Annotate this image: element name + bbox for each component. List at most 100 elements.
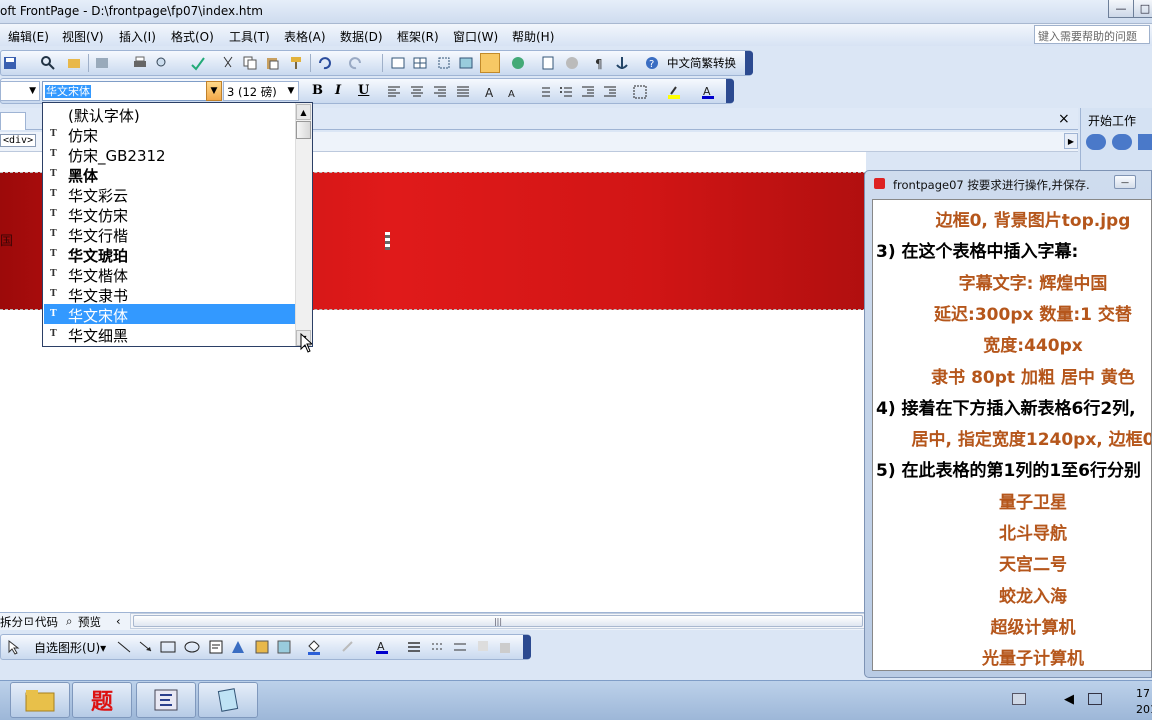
font-list-item[interactable]: T 华文仿宋 [44,204,295,225]
exam-app-button[interactable]: 题 [72,682,132,718]
arrow-style-icon[interactable] [452,639,468,655]
font-list-item[interactable]: T 华文宋体 [44,304,295,325]
menu-edit[interactable]: 编辑(E) [8,28,49,45]
font-list-item[interactable]: T 仿宋 [44,124,295,145]
search-icon[interactable] [40,55,56,71]
3d-icon[interactable] [498,639,514,655]
tab-preview[interactable]: 预览 [78,614,101,630]
format-painter-icon[interactable] [288,55,304,71]
menu-table[interactable]: 表格(A) [284,28,326,45]
undo-icon[interactable] [316,55,332,71]
align-center-icon[interactable] [409,84,425,100]
maximize-button[interactable]: □ [1133,0,1152,18]
quick-tag-div[interactable]: <div> [0,134,37,147]
increase-font-icon[interactable]: A [484,84,500,100]
tab-split[interactable]: 拆分 [0,614,23,630]
font-name-input[interactable]: 华文宋体 [42,81,208,101]
code-icon[interactable]: ⊡ [24,614,34,628]
textbox-icon[interactable] [208,639,224,655]
line-style-icon[interactable] [406,639,422,655]
stop-icon[interactable] [564,55,580,71]
italic-button[interactable]: I [335,83,341,98]
arrow-icon[interactable] [138,639,154,655]
select-pointer-icon[interactable] [6,639,22,655]
bulleted-list-icon[interactable] [558,84,574,100]
line-icon[interactable] [116,639,132,655]
font-list-item[interactable]: T 华文细黑 [44,324,295,345]
hyperlink-icon[interactable] [510,55,526,71]
menu-window[interactable]: 窗口(W) [453,28,498,45]
anchor-icon[interactable] [614,55,630,71]
picture-icon[interactable] [276,639,292,655]
tab-index-htm[interactable] [0,112,26,130]
network-icon[interactable] [1088,693,1102,705]
chinese-conversion-button[interactable]: 中文简繁转换 [667,55,736,71]
justify-icon[interactable] [455,84,471,100]
align-right-icon[interactable] [432,84,448,100]
font-list-scrollbar[interactable] [295,103,312,346]
wordart-icon[interactable] [230,639,246,655]
volume-icon[interactable]: ◀ [1064,692,1074,707]
insert-table-icon[interactable] [412,55,428,71]
toolbar-grip[interactable] [726,79,734,103]
menu-format[interactable]: 格式(O) [171,28,214,45]
highlight-icon[interactable] [666,84,682,100]
font-color-icon[interactable]: A [700,84,716,100]
preview-icon[interactable] [154,55,170,71]
oval-icon[interactable] [184,639,200,655]
copy-icon[interactable] [242,55,258,71]
bold-button[interactable]: B [312,83,323,98]
menu-frames[interactable]: 框架(R) [397,28,439,45]
menu-insert[interactable]: 插入(I) [119,28,156,45]
instruction-minimize-button[interactable]: — [1114,175,1136,189]
font-dropdown-arrow[interactable]: ▼ [206,81,222,101]
clipart-icon[interactable] [254,639,270,655]
help-search-input[interactable]: 键入需要帮助的问题 [1034,25,1150,44]
menu-view[interactable]: 视图(V) [62,28,104,45]
keyboard-icon[interactable] [1012,693,1026,705]
font-list-item[interactable]: T 仿宋_GB2312 [44,144,295,165]
frontpage-button[interactable] [136,682,196,718]
menu-help[interactable]: 帮助(H) [512,28,554,45]
web-component-icon[interactable] [390,55,406,71]
insert-picture-icon[interactable] [458,55,474,71]
font-list-item[interactable]: T 华文隶书 [44,284,295,305]
refresh-icon[interactable] [540,55,556,71]
home-icon[interactable] [1138,134,1152,150]
menu-tools[interactable]: 工具(T) [229,28,270,45]
preview-search-icon[interactable]: ⌕ [66,614,72,629]
forward-icon[interactable] [1112,134,1132,150]
print-icon[interactable] [132,55,148,71]
paste-icon[interactable] [264,55,280,71]
marquee-resize-handle[interactable] [385,232,390,250]
layer-icon[interactable] [436,55,452,71]
shadow-icon[interactable] [476,639,492,655]
notepad-button[interactable] [198,682,258,718]
minimize-button[interactable]: — [1108,0,1134,18]
numbered-list-icon[interactable] [536,84,552,100]
border-icon[interactable] [632,84,648,100]
toolbar-grip[interactable] [523,635,531,659]
menu-data[interactable]: 数据(D) [340,28,383,45]
increase-indent-icon[interactable] [602,84,618,100]
decrease-indent-icon[interactable] [580,84,596,100]
scroll-right-icon[interactable]: ▶ [1064,133,1078,149]
cut-icon[interactable] [220,55,236,71]
close-document-icon[interactable]: × [1058,111,1070,127]
save-icon[interactable] [2,55,18,71]
folder-icon[interactable] [66,55,82,71]
align-left-icon[interactable] [386,84,402,100]
line-color-icon[interactable] [340,639,356,655]
publish-icon[interactable] [94,55,110,71]
dash-style-icon[interactable] [430,639,446,655]
scroll-up-icon[interactable]: ▲ [296,104,311,120]
spelling-icon[interactable] [190,55,206,71]
rectangle-icon[interactable] [160,639,176,655]
tab-code[interactable]: 代码 [35,614,58,630]
style-select[interactable]: ▼ [0,81,40,101]
font-list-item[interactable]: T 华文琥珀 [44,244,295,265]
decrease-font-icon[interactable]: A [506,84,522,100]
autoshapes-menu[interactable]: 自选图形(U)▾ [34,639,106,656]
back-icon[interactable] [1086,134,1106,150]
fill-color-icon[interactable] [306,639,322,655]
